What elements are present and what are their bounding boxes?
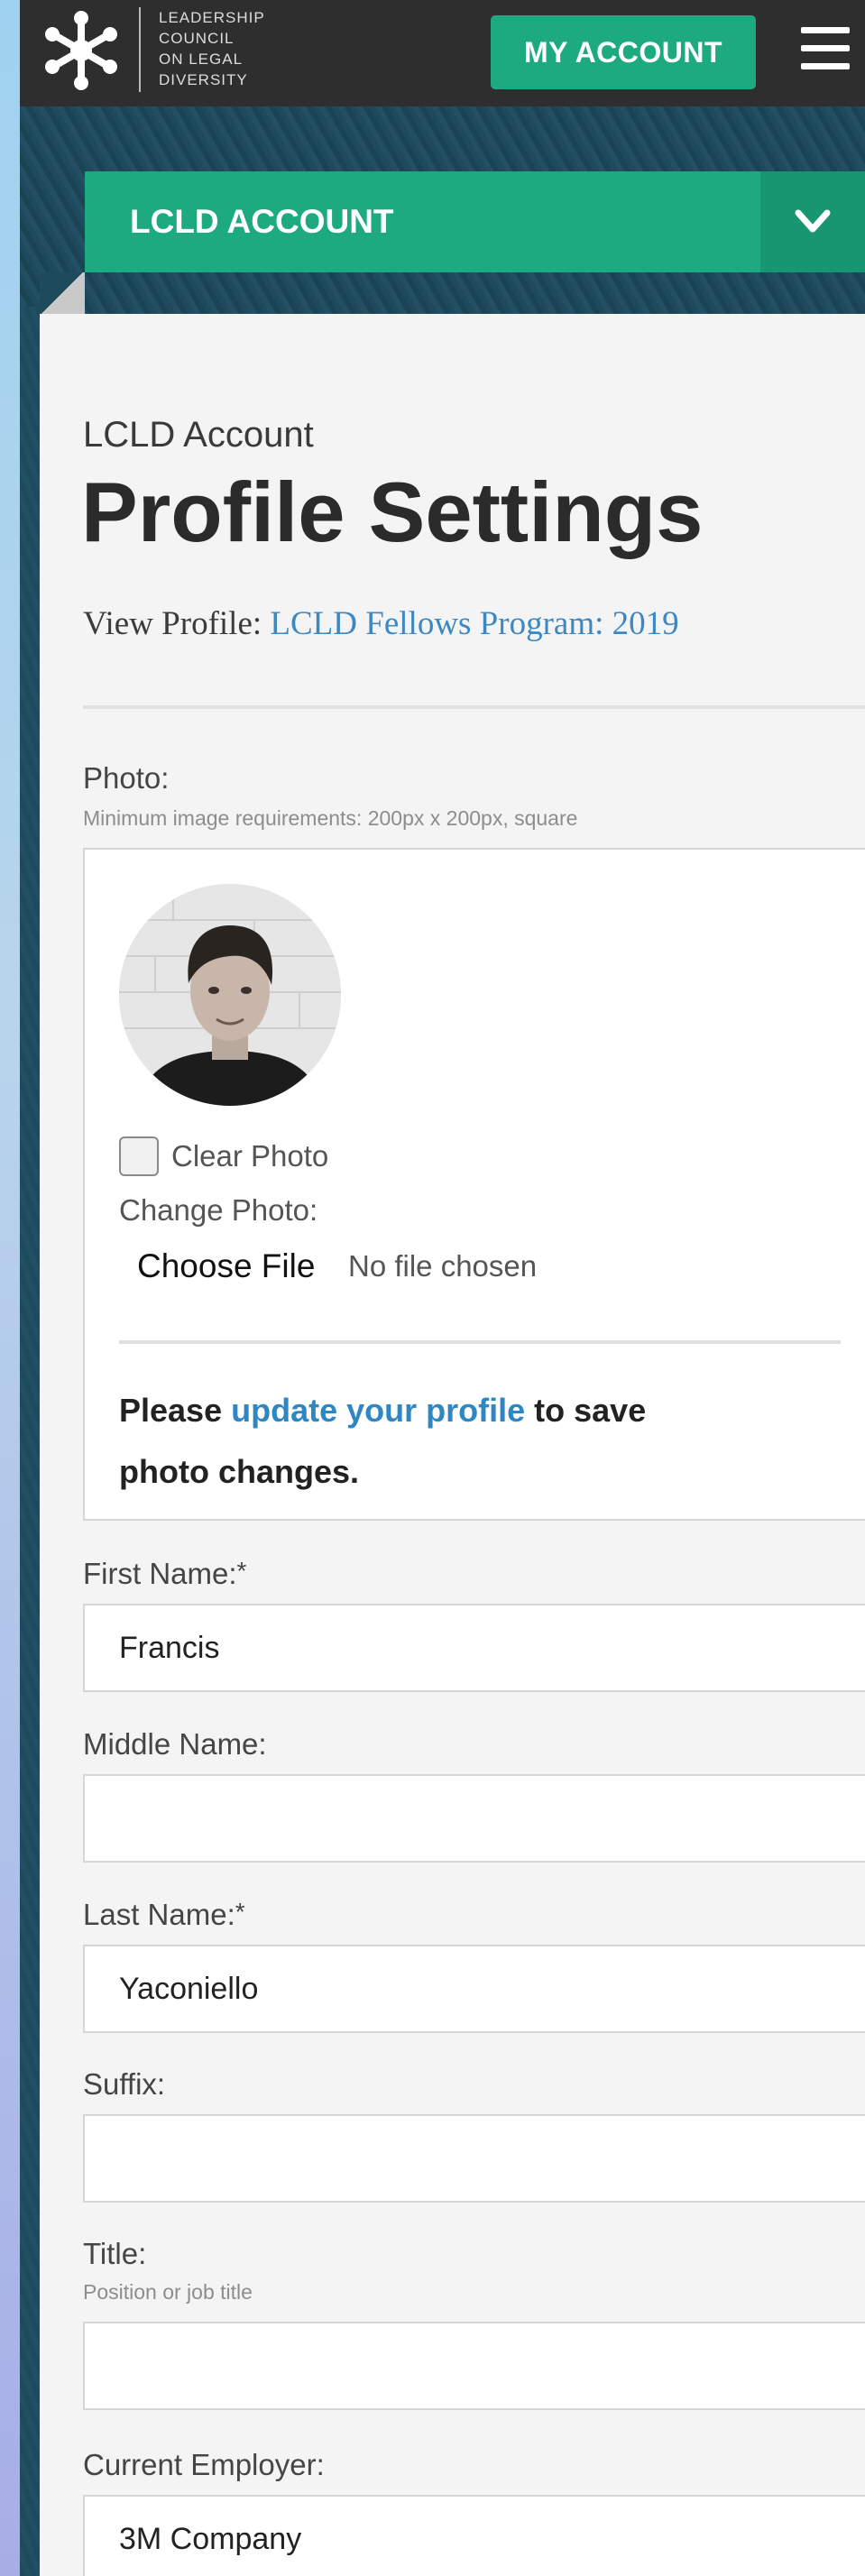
browser-left-edge	[0, 0, 20, 2576]
view-profile-link[interactable]: LCLD Fellows Program: 2019	[270, 605, 678, 642]
logo-line: ON LEGAL	[159, 51, 244, 68]
my-account-button[interactable]: MY ACCOUNT	[491, 15, 756, 89]
site-header: LEADERSHIP COUNCIL ON LEGAL DIVERSITY MY…	[20, 0, 865, 106]
photo-panel: Clear Photo Change Photo: Choose File No…	[83, 848, 865, 1521]
logo-line: COUNCIL	[159, 30, 235, 47]
notice-text: Please	[119, 1392, 232, 1429]
suffix-label: Suffix:	[83, 2067, 166, 2101]
file-status: No file chosen	[348, 1249, 538, 1283]
update-profile-link[interactable]: update your profile	[231, 1392, 525, 1429]
chevron-down-icon	[795, 209, 831, 233]
middle-name-field[interactable]	[83, 1774, 865, 1863]
last-name-field[interactable]: Yaconiello	[83, 1945, 865, 2033]
view-profile-prefix: View Profile:	[83, 605, 262, 642]
divider	[83, 705, 865, 709]
avatar	[119, 884, 341, 1106]
middle-name-label: Middle Name:	[83, 1727, 267, 1761]
breadcrumb: LCLD Account	[83, 415, 314, 455]
divider	[119, 1340, 841, 1344]
title-hint: Position or job title	[83, 2280, 253, 2304]
choose-file-button[interactable]: Choose File	[119, 1239, 333, 1293]
first-name-field[interactable]: Francis	[83, 1604, 865, 1692]
view-profile-line: View Profile: LCLD Fellows Program: 2019	[83, 604, 679, 643]
menu-icon[interactable]	[801, 27, 850, 74]
logo-line: LEADERSHIP	[159, 9, 265, 26]
background-texture-left	[20, 307, 40, 2576]
required-mark: *	[235, 1898, 245, 1926]
title-label: Title:	[83, 2237, 147, 2270]
last-name-label: Last Name:*	[83, 1898, 245, 1932]
clear-photo-label[interactable]: Clear Photo	[171, 1136, 328, 1176]
label-text: First Name:	[83, 1557, 237, 1590]
app: LEADERSHIP COUNCIL ON LEGAL DIVERSITY MY…	[20, 0, 865, 2576]
logo-wordmark: LEADERSHIP COUNCIL ON LEGAL DIVERSITY	[159, 7, 265, 90]
first-name-label: First Name:*	[83, 1557, 246, 1591]
photo-hint: Minimum image requirements: 200px x 200p…	[83, 806, 578, 830]
account-menu-toggle[interactable]	[760, 171, 865, 272]
account-section-bar[interactable]: LCLD ACCOUNT	[85, 171, 865, 272]
change-photo-label: Change Photo:	[119, 1193, 318, 1227]
account-section-title: LCLD ACCOUNT	[130, 203, 394, 240]
page-title: Profile Settings	[81, 465, 704, 559]
ribbon-fold	[40, 272, 85, 314]
lcld-logo-icon[interactable]	[36, 5, 126, 96]
photo-label: Photo:	[83, 761, 170, 795]
profile-card: LCLD Account Profile Settings View Profi…	[40, 314, 865, 2576]
required-mark: *	[236, 1557, 247, 1585]
logo-divider	[139, 7, 141, 92]
title-field[interactable]	[83, 2322, 865, 2410]
employer-label: Current Employer:	[83, 2448, 325, 2481]
employer-field[interactable]: 3M Company	[83, 2495, 865, 2576]
suffix-field[interactable]	[83, 2114, 865, 2203]
label-text: Last Name:	[83, 1898, 235, 1931]
photo-save-notice: Please update your profile to save photo…	[119, 1380, 714, 1503]
logo-line: DIVERSITY	[159, 71, 248, 88]
clear-photo-checkbox[interactable]	[119, 1136, 159, 1176]
profile-photo	[119, 884, 341, 1106]
